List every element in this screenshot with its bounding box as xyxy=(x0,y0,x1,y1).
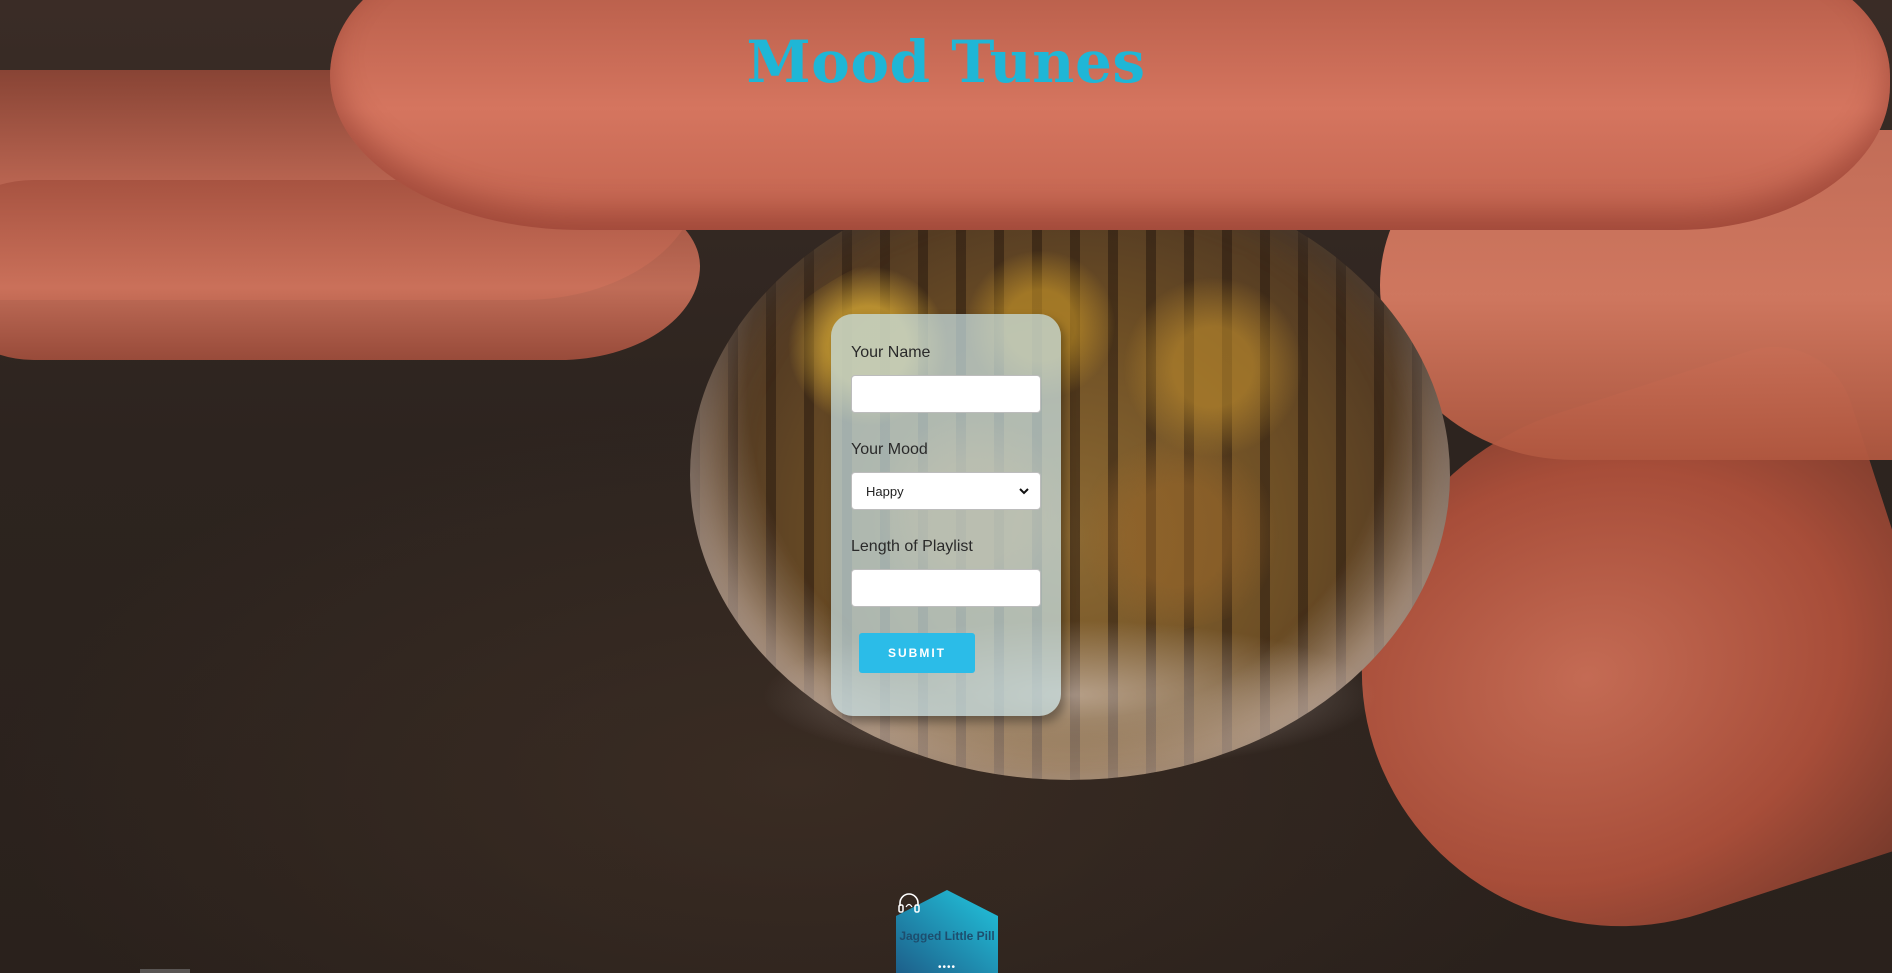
background-photo-crystal-ball xyxy=(690,170,1450,780)
headphones-icon xyxy=(898,893,920,913)
background-photo-finger xyxy=(0,70,700,300)
name-input[interactable] xyxy=(851,375,1041,413)
mood-select-value: Happy xyxy=(866,483,904,499)
background-photo-finger xyxy=(0,180,700,360)
badge-title: Jagged Little Pill xyxy=(899,929,995,943)
scrollbar-thumb[interactable] xyxy=(140,969,190,973)
name-label: Your Name xyxy=(851,344,931,361)
badge-dots: •••• xyxy=(937,962,956,973)
mood-label: Your Mood xyxy=(851,441,928,458)
mood-form-card: Your Name Your Mood Happy Length of Play… xyxy=(831,314,1061,716)
page-title: Mood Tunes xyxy=(746,28,1146,96)
playlist-badge[interactable]: Jagged Little Pill •••• xyxy=(896,890,998,973)
length-input[interactable] xyxy=(851,569,1041,607)
page-root: Mood Tunes Your Name Your Mood Happy Len… xyxy=(0,0,1892,973)
chevron-down-icon xyxy=(1019,488,1029,495)
submit-button[interactable]: SUBMIT xyxy=(859,633,975,673)
length-label: Length of Playlist xyxy=(851,538,973,555)
background-photo-finger xyxy=(1380,130,1892,460)
background-photo-thumb xyxy=(1293,326,1892,973)
mood-select[interactable]: Happy xyxy=(851,472,1041,510)
